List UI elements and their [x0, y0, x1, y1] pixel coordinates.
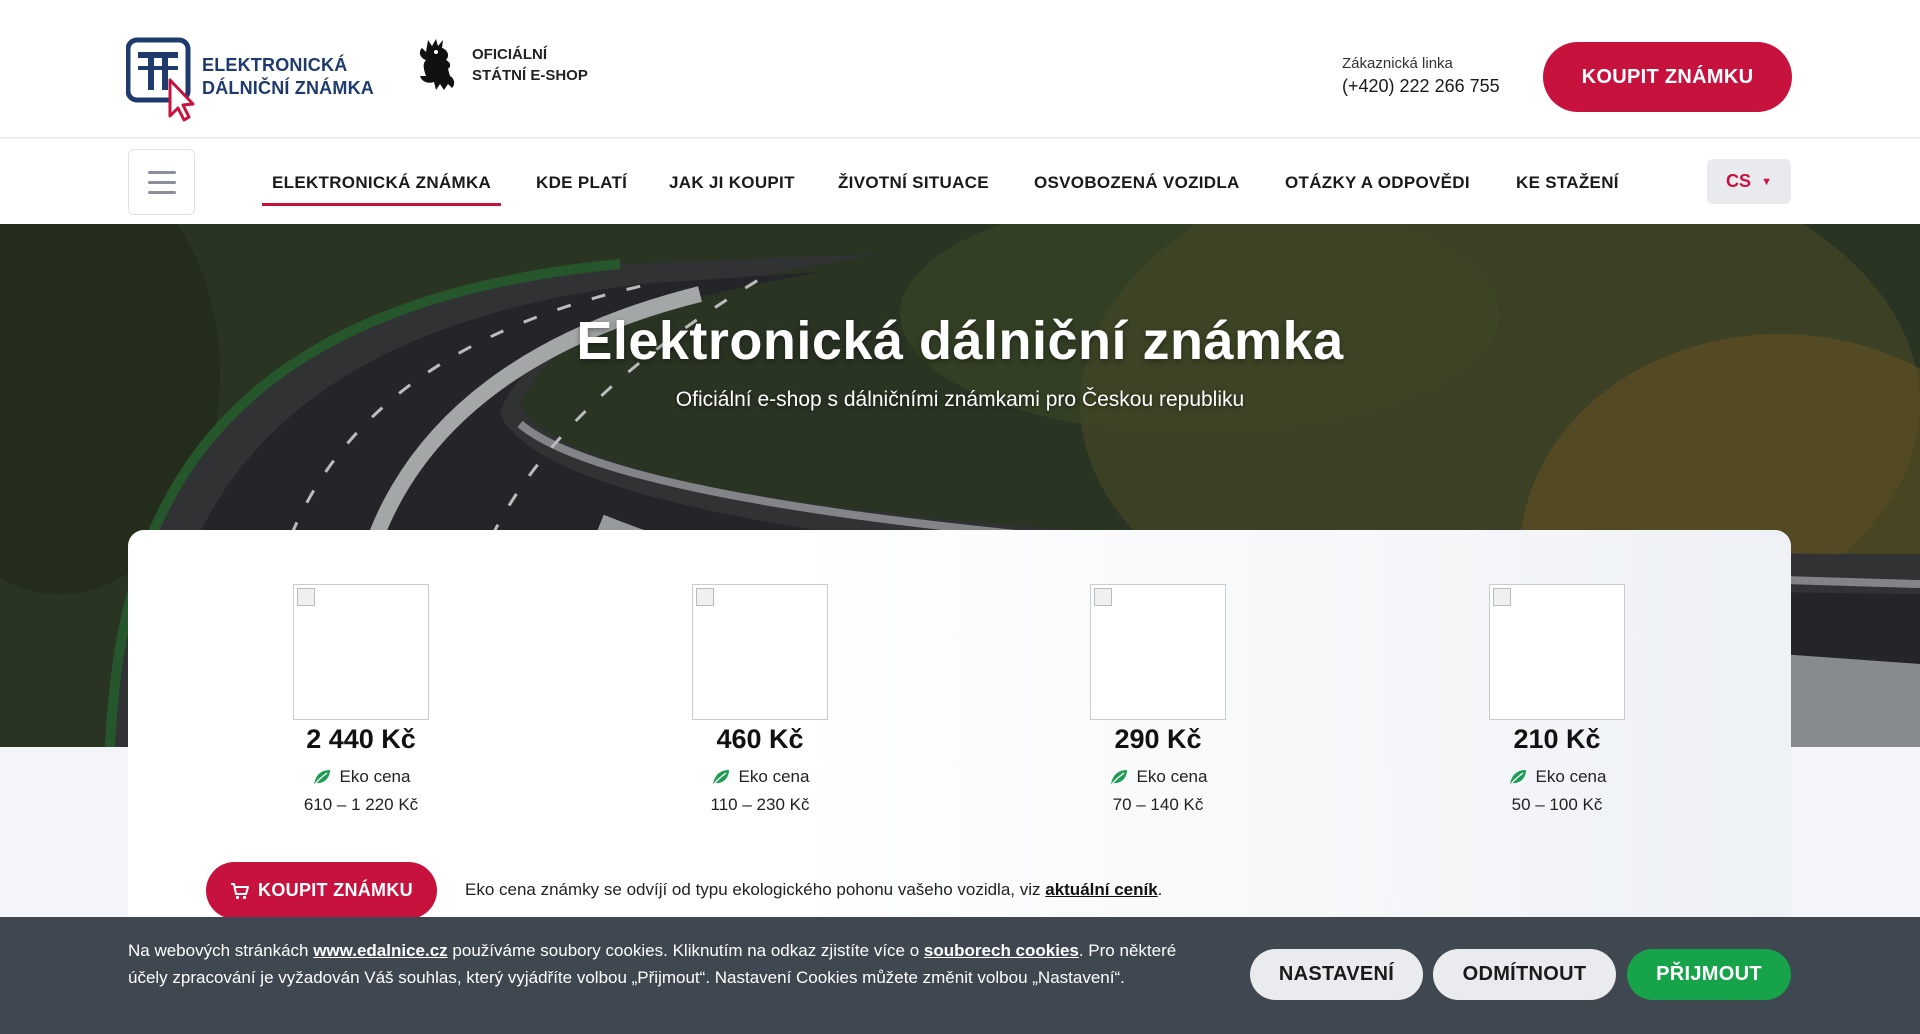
price-option[interactable]: 460 Kč Eko cena 110 – 230 Kč: [630, 584, 890, 815]
eko-label-text: Eko cena: [339, 767, 411, 786]
cookie-text-1: Na webových stránkách: [128, 941, 314, 960]
price-value: 210 Kč: [1513, 724, 1601, 754]
price-option[interactable]: 290 Kč Eko cena 70 – 140 Kč: [1028, 584, 1288, 815]
state-line-1: OFICIÁLNÍ: [472, 46, 547, 63]
cookie-reject-button[interactable]: ODMÍTNOUT: [1433, 949, 1616, 1000]
eko-price-note: Eko cena známky se odvíjí od typu ekolog…: [465, 880, 1162, 900]
eko-price-label: Eko cena: [1427, 767, 1687, 787]
leaf-icon: [1110, 770, 1127, 785]
vignette-image: [1489, 584, 1625, 720]
buy-vignette-button[interactable]: KOUPIT ZNÁMKU: [1543, 42, 1792, 112]
eko-price-range: 110 – 230 Kč: [710, 795, 810, 814]
price-value: 2 440 Kč: [306, 724, 416, 754]
cookie-text-2: používáme soubory cookies. Kliknutím na …: [447, 941, 924, 960]
official-state-eshop: OFICIÁLNÍ STÁTNÍ E-SHOP: [414, 36, 588, 94]
site-link[interactable]: www.edalnice.cz: [313, 941, 447, 960]
eko-label-text: Eko cena: [1535, 767, 1607, 786]
eko-price-label: Eko cena: [630, 767, 890, 787]
hotline-number[interactable]: (+420) 222 266 755: [1342, 76, 1500, 97]
nav-item-electronic-vignette[interactable]: ELEKTRONICKÁ ZNÁMKA: [261, 173, 502, 206]
eko-price-range: 70 – 140 Kč: [1112, 795, 1204, 814]
cart-icon: [231, 882, 250, 899]
cookies-info-link[interactable]: souborech cookies: [924, 941, 1079, 960]
eko-note-text: Eko cena známky se odvíjí od typu ekolog…: [465, 880, 1046, 899]
vignette-image: [1090, 584, 1226, 720]
eko-label-text: Eko cena: [1136, 767, 1208, 786]
vignette-image: [692, 584, 828, 720]
nav-item-how-to-buy[interactable]: JAK JI KOUPIT: [669, 173, 795, 193]
nav-item-exempt-vehicles[interactable]: OSVOBOZENÁ VOZIDLA: [1034, 173, 1240, 193]
site-logo[interactable]: ELEKTRONICKÁ DÁLNIČNÍ ZNÁMKA: [125, 32, 374, 122]
state-line-2: STÁTNÍ E-SHOP: [472, 67, 588, 84]
eko-price-label: Eko cena: [1028, 767, 1288, 787]
customer-hotline: Zákaznická linka (+420) 222 266 755: [1342, 55, 1500, 97]
leaf-icon: [1509, 770, 1526, 785]
page-subtitle: Oficiální e-shop s dálničními známkami p…: [675, 388, 1245, 411]
cookie-text: Na webových stránkách www.edalnice.cz po…: [128, 937, 1198, 991]
cookie-settings-button[interactable]: NASTAVENÍ: [1250, 949, 1423, 1000]
leaf-icon: [712, 770, 729, 785]
eko-price-range: 50 – 100 Kč: [1511, 795, 1603, 814]
nav-item-faq[interactable]: OTÁZKY A ODPOVĚDI: [1285, 173, 1470, 193]
eko-note-end: .: [1157, 880, 1163, 899]
nav-item-where-valid[interactable]: KDE PLATÍ: [536, 173, 627, 193]
price-value: 290 Kč: [1114, 724, 1202, 754]
language-select[interactable]: CS ▼: [1707, 159, 1791, 204]
cookie-banner: Na webových stránkách www.edalnice.cz po…: [0, 917, 1920, 1034]
motorway-logo-icon: [125, 32, 196, 122]
eko-price-range: 610 – 1 220 Kč: [303, 795, 419, 814]
czech-lion-icon: [419, 39, 455, 90]
hamburger-icon[interactable]: [128, 149, 195, 215]
price-value: 460 Kč: [716, 724, 804, 754]
eko-price-label: Eko cena: [231, 767, 491, 787]
nav-item-life-situations[interactable]: ŽIVOTNÍ SITUACE: [838, 173, 989, 193]
price-option[interactable]: 210 Kč Eko cena 50 – 100 Kč: [1427, 584, 1687, 815]
language-value: CS: [1726, 171, 1752, 191]
hotline-label: Zákaznická linka: [1342, 55, 1453, 72]
leaf-icon: [313, 770, 330, 785]
logo-line-2: DÁLNIČNÍ ZNÁMKA: [202, 78, 374, 98]
eko-label-text: Eko cena: [738, 767, 810, 786]
nav-item-downloads[interactable]: KE STAŽENÍ: [1516, 173, 1619, 193]
logo-line-1: ELEKTRONICKÁ: [202, 55, 348, 75]
buy-vignette-card-button[interactable]: KOUPIT ZNÁMKU: [206, 862, 437, 919]
price-option[interactable]: 2 440 Kč Eko cena 610 – 1 220 Kč: [231, 584, 491, 815]
logo-text: ELEKTRONICKÁ DÁLNIČNÍ ZNÁMKA: [202, 54, 374, 100]
buy-card-label: KOUPIT ZNÁMKU: [258, 880, 413, 900]
main-nav: ELEKTRONICKÁ ZNÁMKA KDE PLATÍ JAK JI KOU…: [0, 139, 1920, 224]
chevron-down-icon: ▼: [1761, 175, 1772, 188]
page-title: Elektronická dálniční známka: [576, 311, 1344, 371]
price-card: 2 440 Kč Eko cena 610 – 1 220 Kč 460 Kč …: [128, 530, 1791, 950]
price-list-link[interactable]: aktuální ceník: [1045, 880, 1157, 899]
cookie-accept-button[interactable]: PŘIJMOUT: [1627, 949, 1791, 1000]
vignette-image: [293, 584, 429, 720]
site-header: ELEKTRONICKÁ DÁLNIČNÍ ZNÁMKA OFICIÁLNÍ S…: [0, 0, 1920, 138]
